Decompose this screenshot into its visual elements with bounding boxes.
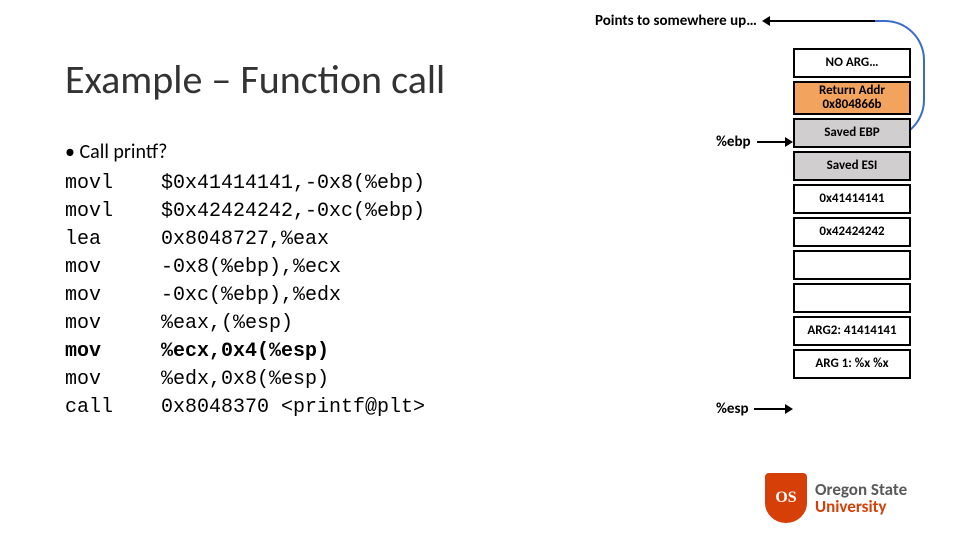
stack-cell: ARG 1: %x %x — [793, 349, 911, 379]
osu-logo: OS Oregon State University — [765, 470, 940, 525]
asm-line: mov %eax,(%esp) — [65, 310, 425, 338]
slide-title: Example – Function call — [65, 55, 445, 104]
stack-cell: ARG2: 41414141 — [793, 316, 911, 346]
stack-cell: Saved ESI — [793, 151, 911, 181]
shield-icon: OS — [765, 473, 807, 523]
stack-cell — [793, 283, 911, 313]
assembly-listing: movl $0x41414141,-0x8(%ebp)movl $0x42424… — [65, 170, 425, 422]
stack-cell: 0x41414141 — [793, 184, 911, 214]
asm-line: movl $0x41414141,-0x8(%ebp) — [65, 170, 425, 198]
stack-cell — [793, 250, 911, 280]
arrow-left — [770, 20, 875, 22]
stack-cell: Saved EBP — [793, 118, 911, 148]
asm-line: mov %ecx,0x4(%esp) — [65, 338, 425, 366]
asm-line: mov -0x8(%ebp),%ecx — [65, 254, 425, 282]
top-annotation: Points to somewhere up… — [595, 12, 757, 30]
esp-arrow — [754, 408, 785, 410]
bullet-text: • Call printf? — [65, 140, 167, 164]
asm-line: call 0x8048370 <printf@plt> — [65, 394, 425, 422]
stack-diagram: NO ARG…Return Addr 0x804866bSaved EBPSav… — [793, 48, 911, 382]
esp-label: %esp — [716, 400, 749, 418]
ebp-arrow — [757, 141, 785, 143]
stack-cell: NO ARG… — [793, 48, 911, 78]
logo-line2: University — [815, 498, 907, 515]
logo-text: Oregon State University — [815, 481, 907, 515]
asm-line: movl $0x42424242,-0xc(%ebp) — [65, 198, 425, 226]
asm-line: mov %edx,0x8(%esp) — [65, 366, 425, 394]
ebp-label: %ebp — [716, 133, 751, 151]
logo-line1: Oregon State — [815, 481, 907, 498]
stack-cell: Return Addr 0x804866b — [793, 81, 911, 115]
asm-line: mov -0xc(%ebp),%edx — [65, 282, 425, 310]
stack-cell: 0x42424242 — [793, 217, 911, 247]
asm-line: lea 0x8048727,%eax — [65, 226, 425, 254]
